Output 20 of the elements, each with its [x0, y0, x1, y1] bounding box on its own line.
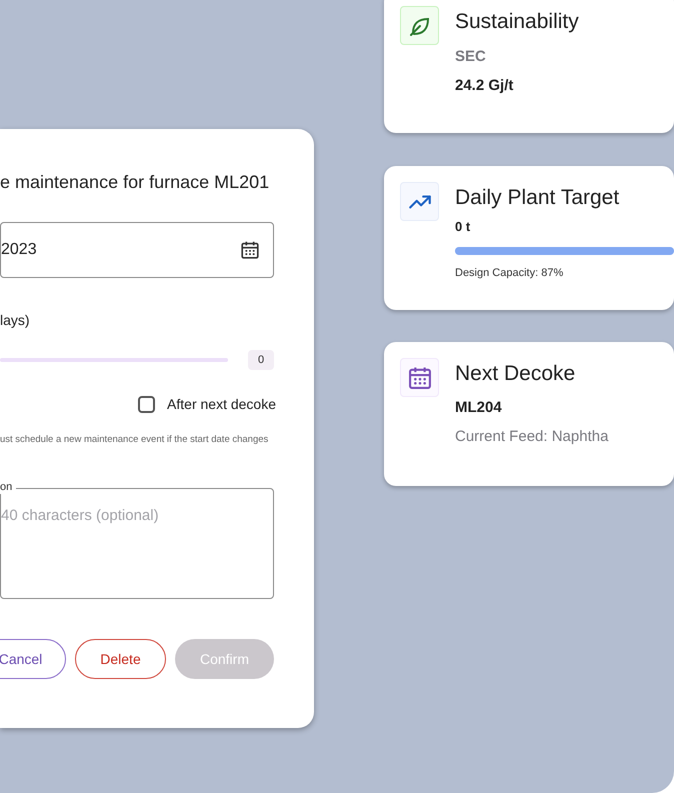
dialog-title: e maintenance for furnace ML201	[0, 171, 270, 194]
action-button[interactable]: Delete	[75, 639, 166, 680]
card-title: Sustainability	[455, 9, 580, 35]
feed-text: Current Feed: Naphtha	[455, 426, 610, 446]
checkbox[interactable]	[138, 396, 156, 413]
metric-value: 24.2 Gj/t	[455, 76, 514, 96]
checkbox-label: After next decoke	[167, 395, 276, 414]
calendar-icon	[239, 239, 261, 261]
furnace-id: ML204	[455, 398, 503, 418]
card-title: Next Decoke	[455, 361, 576, 387]
capacity-text: Design Capacity: 87%	[455, 266, 564, 280]
slider[interactable]	[0, 358, 228, 362]
metric-value: 0 t	[455, 218, 472, 236]
date-field[interactable]: 2023	[0, 222, 274, 278]
duration-label: lays)	[0, 311, 31, 330]
helper-text: ust schedule a new maintenance event if the start date changes	[0, 433, 270, 447]
card-title: Daily Plant Target	[455, 185, 620, 211]
metric-label: SEC	[455, 47, 487, 67]
field-label: on	[0, 480, 16, 494]
slider-value: 0	[248, 350, 274, 370]
